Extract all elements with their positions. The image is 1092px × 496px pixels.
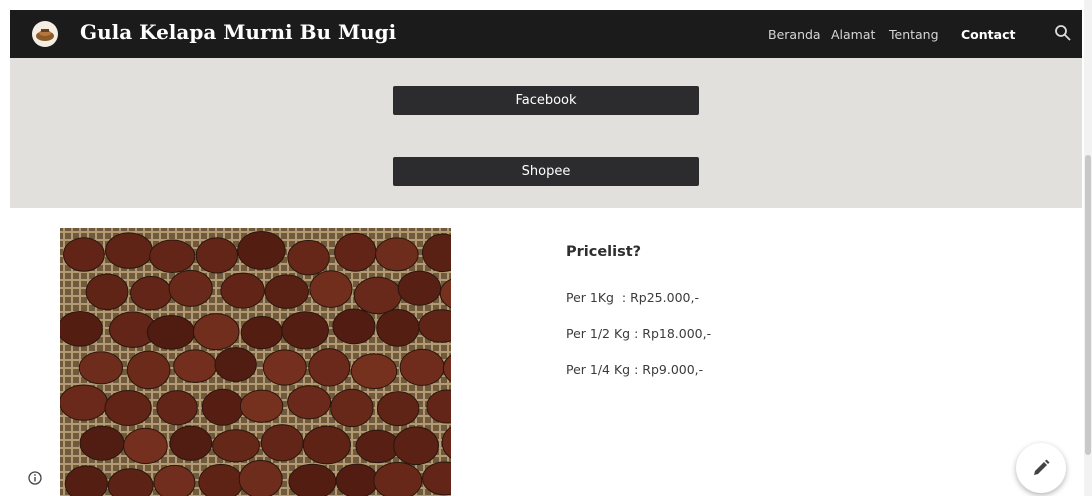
- sugar-disc: [198, 463, 244, 496]
- sugar-disc: [373, 461, 423, 496]
- sugar-disc: [64, 465, 108, 496]
- sugar-disc: [260, 424, 304, 462]
- sugar-disc: [393, 426, 439, 466]
- sugar-disc: [60, 384, 108, 421]
- price-quarter-kg: Per 1/4 Kg : Rp9.000,-: [566, 362, 704, 377]
- sugar-disc: [262, 349, 307, 386]
- sugar-disc: [220, 272, 265, 309]
- sugar-disc: [302, 425, 351, 465]
- site-logo[interactable]: [32, 21, 58, 47]
- sugar-disc: [214, 347, 257, 382]
- sugar-disc: [153, 464, 196, 496]
- sugar-disc: [149, 239, 196, 273]
- sugar-disc: [240, 316, 284, 350]
- sugar-disc: [287, 385, 332, 420]
- sugar-disc: [85, 273, 129, 311]
- sugar-disc: [239, 389, 284, 423]
- nav-tentang[interactable]: Tentang: [889, 27, 939, 42]
- scrollbar-thumb[interactable]: [1085, 155, 1091, 455]
- sugar-disc: [288, 463, 337, 496]
- sugar-disc: [156, 390, 198, 426]
- info-icon[interactable]: [28, 471, 42, 485]
- sugar-disc: [332, 308, 376, 345]
- sugar-disc: [212, 429, 260, 463]
- sugar-disc: [62, 237, 105, 272]
- sugar-disc: [237, 230, 286, 270]
- palm-sugar-photo: [60, 228, 451, 496]
- sugar-disc: [168, 269, 213, 307]
- sugar-disc: [397, 270, 442, 306]
- sugar-disc: [353, 276, 402, 315]
- search-icon[interactable]: [1054, 24, 1072, 42]
- nav-beranda-link[interactable]: Beranda: [768, 27, 821, 42]
- pricelist-section: Pricelist? Per 1Kg : Rp25.000,- Per 1/2 …: [566, 244, 711, 398]
- scrollbar-track[interactable]: [1084, 0, 1092, 496]
- sugar-disc: [192, 313, 240, 351]
- sugar-disc: [335, 463, 379, 496]
- sugar-disc: [60, 311, 103, 347]
- social-links-section: Facebook Shopee: [10, 58, 1082, 208]
- sugar-disc: [376, 391, 420, 427]
- nav-contact[interactable]: Contact: [961, 27, 1015, 42]
- price-half-kg: Per 1/2 Kg : Rp18.000,-: [566, 326, 712, 341]
- sugar-disc: [264, 274, 309, 309]
- sugar-disc: [309, 270, 353, 308]
- sugar-disc: [78, 351, 124, 385]
- sugar-disc: [169, 425, 213, 461]
- sugar-disc: [287, 239, 330, 276]
- price-1kg: Per 1Kg : Rp25.000,-: [566, 290, 699, 305]
- sugar-disc: [281, 311, 329, 350]
- sugar-disc: [130, 276, 173, 311]
- sugar-disc: [334, 232, 377, 272]
- sugar-disc: [355, 429, 400, 464]
- sugar-disc: [126, 350, 171, 390]
- sugar-disc: [350, 353, 398, 390]
- site-title[interactable]: Gula Kelapa Murni Bu Mugi: [80, 20, 396, 44]
- pencil-icon: [1034, 459, 1050, 475]
- pricelist-title: Pricelist?: [566, 244, 642, 260]
- facebook-button[interactable]: Facebook: [393, 86, 699, 115]
- sugar-disc: [123, 427, 168, 465]
- sugar-disc: [375, 237, 419, 272]
- sugar-disc: [195, 237, 239, 274]
- sugar-disc: [399, 348, 445, 386]
- sugar-disc: [308, 348, 351, 387]
- top-navigation-bar: Gula Kelapa Murni Bu Mugi Beranda Alamat…: [10, 10, 1082, 58]
- sugar-disc: [146, 315, 196, 350]
- sugar-disc: [104, 389, 152, 427]
- shopee-button[interactable]: Shopee: [393, 157, 699, 186]
- edit-button[interactable]: [1016, 443, 1066, 493]
- sugar-disc: [330, 388, 374, 428]
- sugar-disc: [376, 308, 420, 347]
- nav-alamat[interactable]: Alamat: [831, 27, 875, 42]
- sugar-disc: [105, 232, 154, 269]
- sugar-disc: [79, 425, 125, 461]
- sugar-disc: [238, 459, 283, 496]
- sugar-disc: [201, 388, 245, 426]
- sugar-disc: [173, 349, 218, 383]
